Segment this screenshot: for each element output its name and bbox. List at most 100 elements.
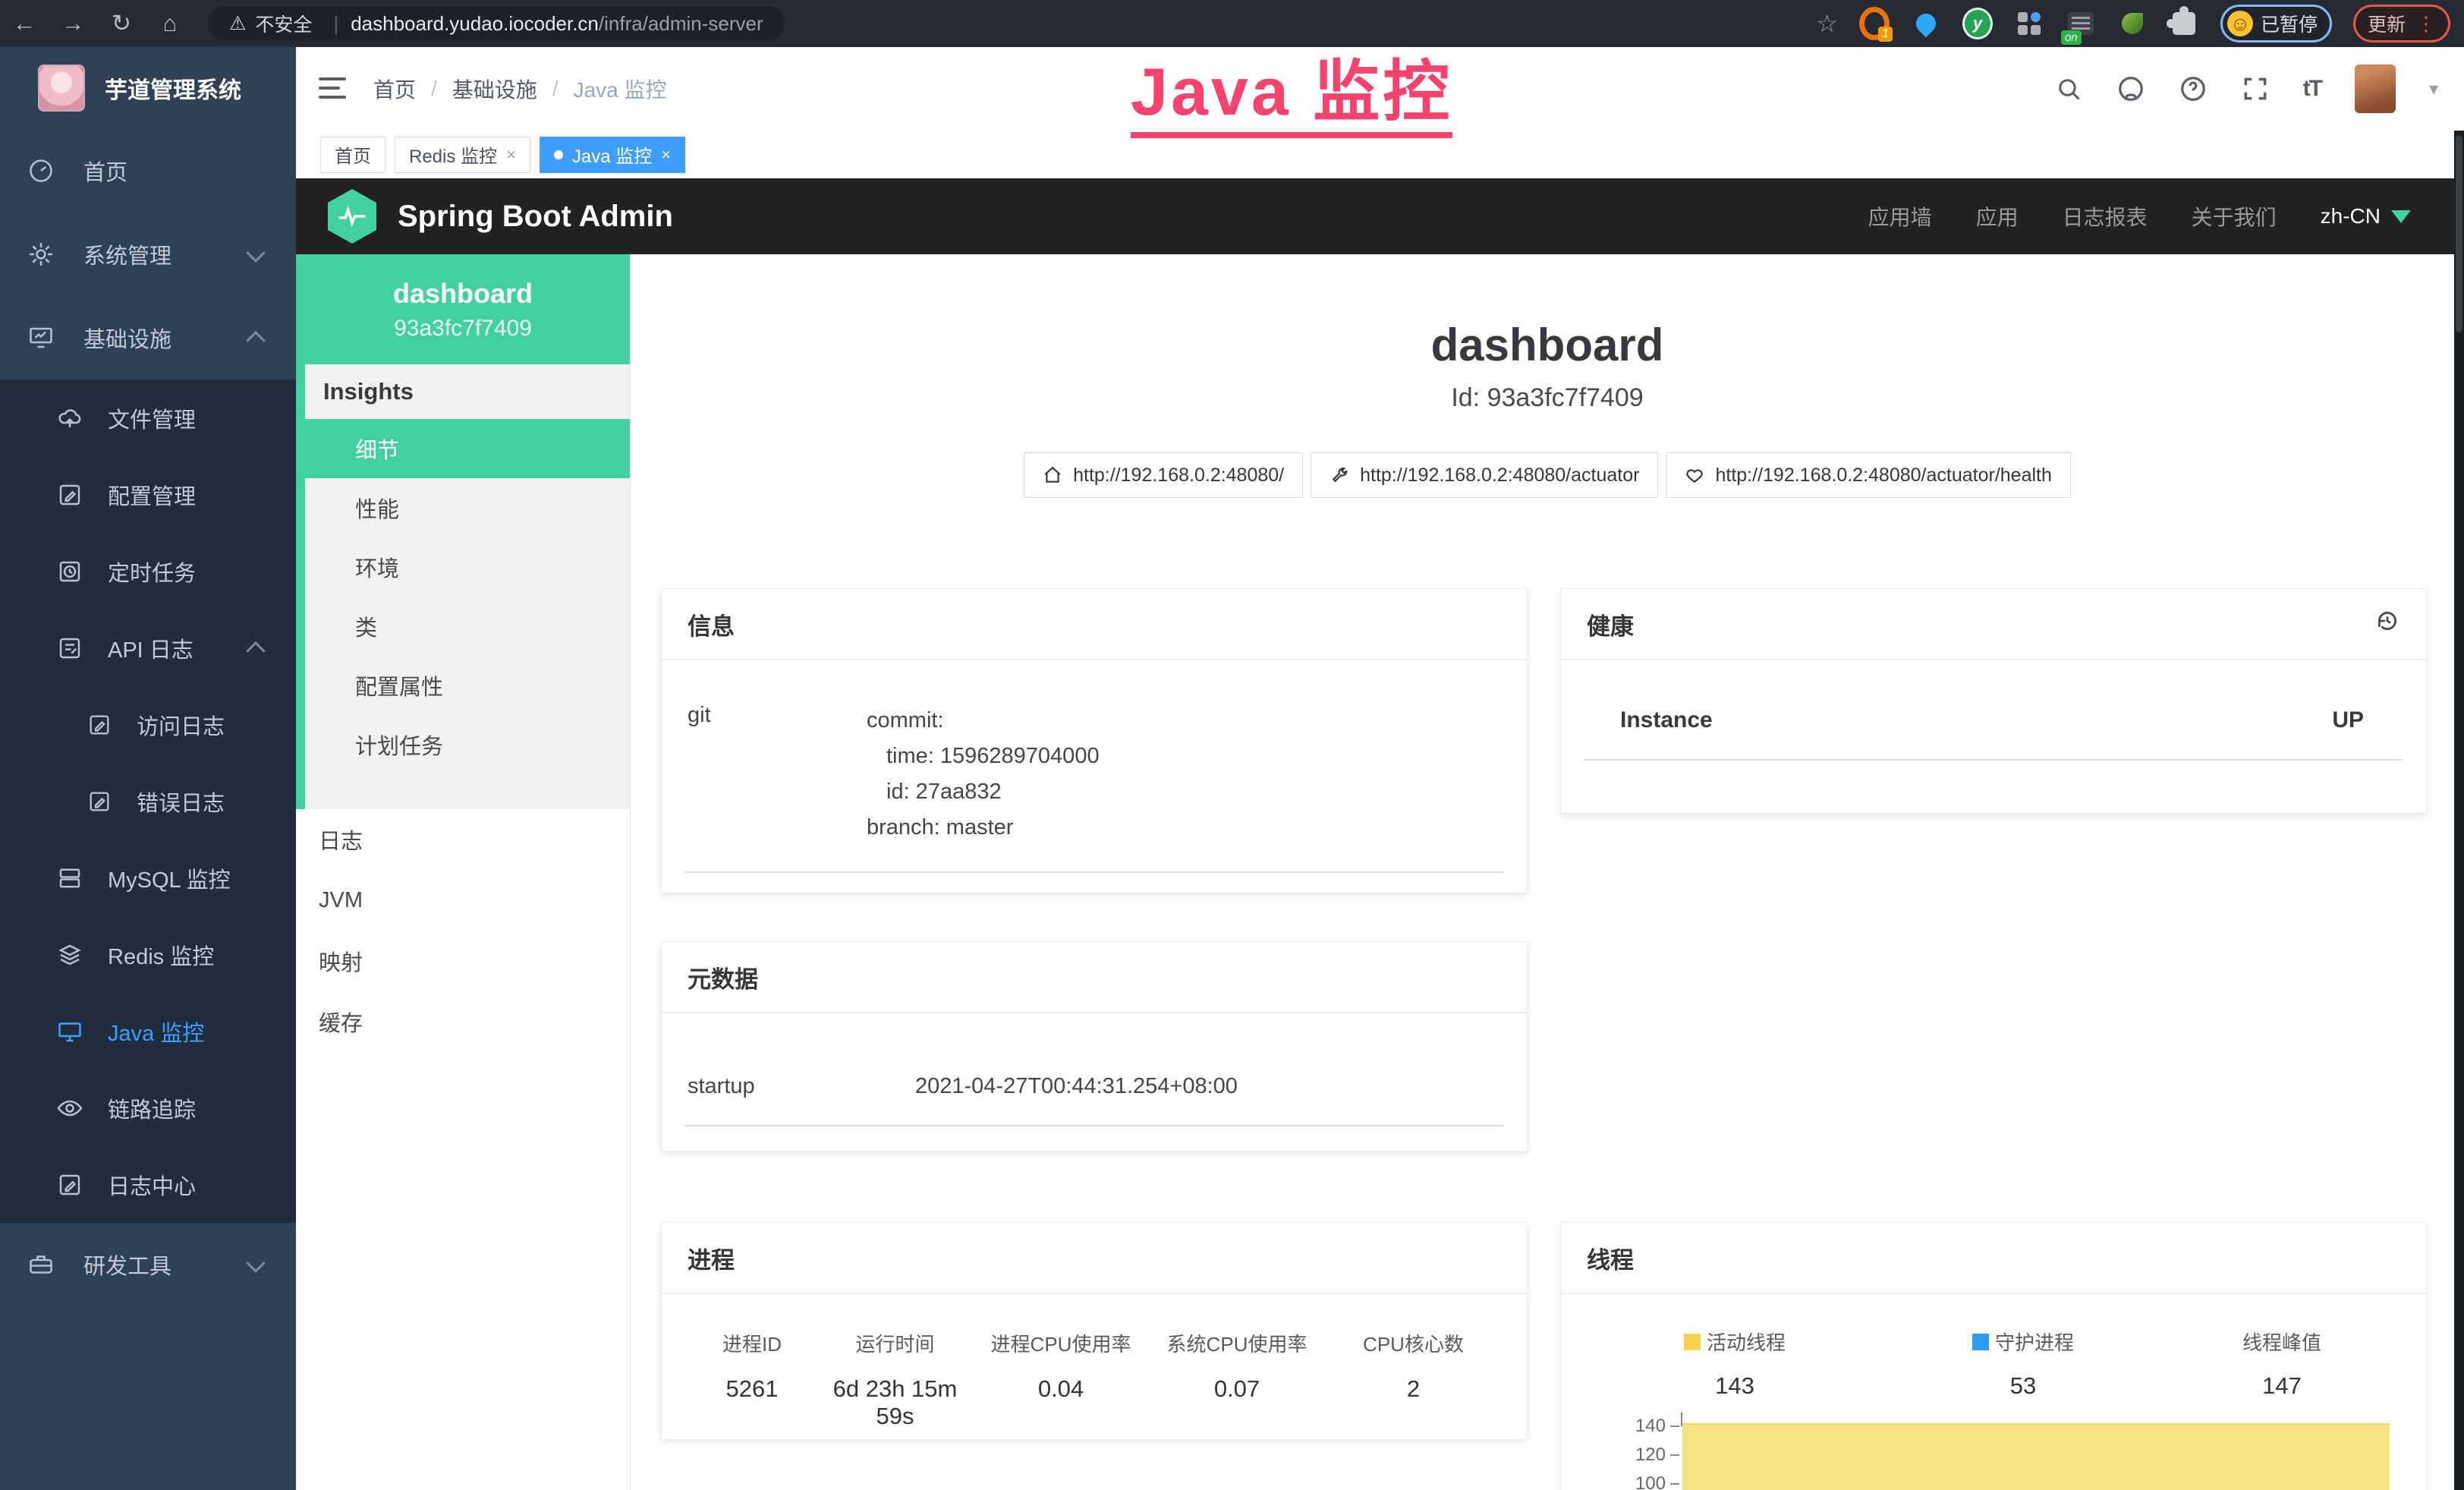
sidebar-item-log-center[interactable]: 日志中心 — [0, 1146, 296, 1223]
sidebar-item-mysql-monitor[interactable]: MySQL 监控 — [0, 840, 296, 916]
sidebar-item-tracing[interactable]: 链路追踪 — [0, 1069, 296, 1146]
locale-selector[interactable]: zh-CN — [2321, 204, 2411, 228]
chevron-up-icon — [246, 331, 265, 350]
fullscreen-icon[interactable] — [2241, 74, 2270, 103]
browser-profile-chip[interactable]: ☺ 已暂停 — [2220, 5, 2332, 43]
breadcrumb-separator: / — [552, 77, 559, 101]
browser-menu-icon[interactable]: ⋮ — [2416, 12, 2436, 36]
instance-name: dashboard — [296, 278, 630, 310]
process-cpu: 0.04 — [974, 1375, 1148, 1430]
extension-list-icon[interactable]: on — [2066, 8, 2096, 39]
extension-orange-icon[interactable]: 1 — [1859, 8, 1890, 39]
sidebar-item-scheduled-jobs[interactable]: 定时任务 — [0, 533, 296, 610]
address-bar[interactable]: ⚠ 不安全 | dashboard.yudao.iocoder.cn/infra… — [208, 6, 785, 41]
sba-nav-applications[interactable]: 应用 — [1976, 201, 2019, 232]
home-icon[interactable]: ⌂ — [146, 0, 194, 47]
instance-nav-logs[interactable]: 日志 — [296, 809, 630, 870]
instance-badge: dashboard 93a3fc7f7409 — [296, 254, 630, 364]
layers-icon — [56, 941, 83, 969]
sidebar-item-redis-monitor[interactable]: Redis 监控 — [0, 916, 296, 993]
sidebar-item-error-logs[interactable]: 错误日志 — [0, 763, 296, 840]
breadcrumb-home[interactable]: 首页 — [373, 74, 416, 104]
instance-nav-details[interactable]: 细节 — [296, 419, 630, 478]
app-header: 首页 / 基础设施 / Java 监控 tT ▾ Java 监控 — [296, 47, 2464, 131]
service-url-button[interactable]: http://192.168.0.2:48080/ — [1024, 452, 1303, 498]
health-history-icon[interactable] — [2374, 608, 2400, 640]
instance-nav-config-props[interactable]: 配置属性 — [296, 656, 630, 715]
gear-icon — [27, 241, 55, 268]
not-secure-label: 不安全 — [255, 10, 312, 37]
extension-pin-icon[interactable] — [1911, 8, 1941, 39]
bookmark-star-icon[interactable]: ☆ — [1816, 9, 1838, 38]
live-threads-swatch — [1684, 1334, 1701, 1350]
info-value: commit: time: 1596289704000 id: 27aa832 … — [867, 703, 1100, 846]
extension-grid-icon[interactable] — [2014, 8, 2044, 39]
search-icon[interactable] — [2054, 74, 2083, 103]
info-card: 信息 git commit: time: 1596289704000 id: 2… — [661, 588, 1528, 893]
instance-nav-scheduled-tasks[interactable]: 计划任务 — [296, 715, 630, 774]
sidebar-item-access-logs[interactable]: 访问日志 — [0, 686, 296, 763]
insights-group: Insights 细节 性能 环境 类 配置属性 计划任务 — [296, 364, 630, 809]
update-label: 更新 — [2368, 10, 2406, 37]
sidebar-item-file-management[interactable]: 文件管理 — [0, 380, 296, 456]
daemon-threads-swatch — [1972, 1334, 1989, 1350]
forward-icon[interactable]: → — [49, 0, 97, 47]
metadata-value: 2021-04-27T00:44:31.254+08:00 — [915, 1074, 1238, 1099]
collapse-menu-icon[interactable] — [319, 77, 346, 100]
profile-avatar: ☺ — [2227, 11, 2253, 36]
sidebar-item-config-management[interactable]: 配置管理 — [0, 456, 296, 533]
info-key: git — [688, 703, 867, 846]
row-divider — [1584, 759, 2403, 761]
close-icon[interactable]: × — [506, 145, 516, 165]
user-menu-caret-icon[interactable]: ▾ — [2429, 78, 2438, 100]
github-icon[interactable] — [2116, 74, 2145, 103]
reload-icon[interactable]: ↻ — [97, 0, 146, 47]
breadcrumb-infrastructure[interactable]: 基础设施 — [452, 74, 537, 104]
instance-nav-jvm[interactable]: JVM — [296, 870, 630, 931]
peak-threads-value: 147 — [2163, 1372, 2400, 1400]
metadata-card: 元数据 startup 2021-04-27T00:44:31.254+08:0… — [661, 941, 1528, 1151]
edit-square-icon — [87, 712, 112, 738]
metadata-startup-row: startup 2021-04-27T00:44:31.254+08:00 — [662, 1013, 1527, 1099]
browser-update-button[interactable]: 更新 ⋮ — [2353, 5, 2450, 43]
browser-actions: ☆ 1 y on ☺ 已暂停 更新 ⋮ — [1816, 5, 2464, 43]
sidebar-item-java-monitor[interactable]: Java 监控 — [0, 993, 296, 1069]
process-card: 进程 进程ID 运行时间 进程CPU使用率 系统CPU使用率 CPU核心数 52… — [661, 1222, 1528, 1440]
back-icon[interactable]: ← — [0, 0, 49, 47]
instance-nav-metrics[interactable]: 性能 — [296, 478, 630, 537]
extensions-puzzle-icon[interactable] — [2169, 8, 2199, 39]
edit-square-icon — [56, 481, 83, 509]
instance-nav-environment[interactable]: 环境 — [296, 537, 630, 597]
sidebar-item-infrastructure[interactable]: 基础设施 — [0, 296, 296, 380]
extension-y-icon[interactable]: y — [1962, 8, 1993, 39]
profile-label: 已暂停 — [2261, 10, 2318, 37]
sba-nav-wallboard[interactable]: 应用墙 — [1868, 201, 1932, 232]
instance-nav-classes[interactable]: 类 — [296, 597, 630, 656]
sba-nav-journal[interactable]: 日志报表 — [2063, 201, 2148, 232]
help-icon[interactable] — [2179, 74, 2208, 103]
screen-icon — [56, 1018, 83, 1045]
instance-nav-mappings[interactable]: 映射 — [296, 931, 630, 991]
tab-redis-monitor[interactable]: Redis 监控 × — [395, 137, 530, 173]
health-url-button[interactable]: http://192.168.0.2:48080/actuator/health — [1666, 452, 2070, 498]
extension-leaf-icon[interactable] — [2117, 8, 2148, 39]
close-icon[interactable]: × — [661, 145, 671, 165]
sidebar-item-home[interactable]: 首页 — [0, 129, 296, 213]
chevron-down-icon — [246, 1253, 265, 1272]
instance-nav-caches[interactable]: 缓存 — [296, 991, 630, 1052]
eye-icon — [56, 1095, 83, 1122]
page-scrollbar[interactable] — [2454, 131, 2464, 1490]
user-avatar[interactable] — [2355, 65, 2396, 113]
log-edit-icon — [56, 635, 83, 662]
row-divider — [684, 1125, 1504, 1126]
tab-home[interactable]: 首页 — [320, 137, 385, 173]
instance-id: 93a3fc7f7409 — [296, 316, 630, 342]
actuator-url-button[interactable]: http://192.168.0.2:48080/actuator — [1311, 452, 1658, 498]
tab-java-monitor[interactable]: Java 监控 × — [540, 137, 685, 173]
sidebar-item-api-logs[interactable]: API 日志 — [0, 610, 296, 686]
sidebar-item-dev-tools[interactable]: 研发工具 — [0, 1223, 296, 1306]
scrollbar-thumb[interactable] — [2456, 135, 2462, 332]
font-size-icon[interactable]: tT — [2303, 76, 2321, 102]
sba-nav-about[interactable]: 关于我们 — [2192, 201, 2277, 232]
sidebar-item-system[interactable]: 系统管理 — [0, 213, 296, 296]
